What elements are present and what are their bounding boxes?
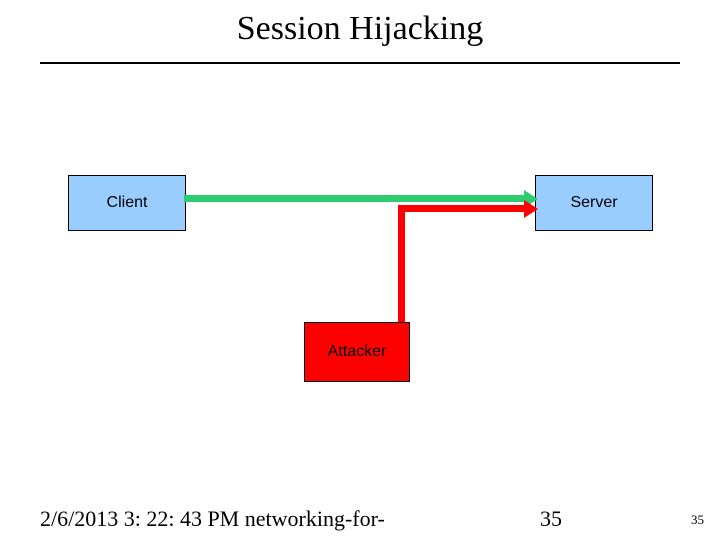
arrow-client-server-line [184, 195, 528, 202]
page-number-center: 35 [540, 506, 562, 532]
slide-title: Session Hijacking [0, 10, 720, 48]
title-divider [40, 62, 680, 64]
node-attacker: Attacker [304, 322, 410, 382]
arrow-attacker-server-vertical [398, 210, 405, 322]
arrow-attacker-server-horizontal [398, 205, 528, 212]
footer-timestamp: 2/6/2013 3: 22: 43 PM networking-for- [40, 506, 385, 532]
node-client: Client [68, 175, 186, 231]
node-server: Server [535, 175, 653, 231]
arrow-attacker-server-head [524, 200, 538, 218]
page-number-corner: 35 [691, 512, 704, 528]
